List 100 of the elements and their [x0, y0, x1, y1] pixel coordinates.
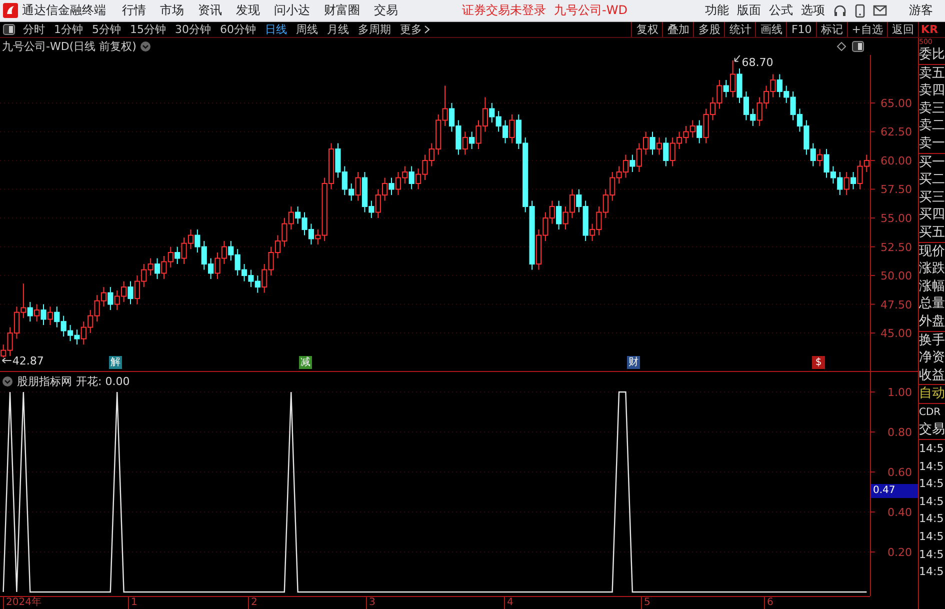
candlestick: [509, 114, 515, 144]
event-marker[interactable]: 解: [109, 356, 122, 369]
period-tab[interactable]: 1分钟: [54, 22, 83, 37]
candlestick: [656, 136, 662, 156]
quote-field-label: 卖二: [919, 117, 945, 135]
quote-field-label: 交易: [919, 421, 945, 440]
pointer-arrow-icon: [734, 55, 740, 62]
candlestick: [469, 131, 475, 150]
tool-button[interactable]: 画线: [755, 22, 786, 37]
tool-button[interactable]: F10: [786, 22, 816, 37]
period-tab[interactable]: 分时: [23, 22, 45, 37]
candlestick: [730, 60, 736, 98]
menu-item[interactable]: 版面: [737, 2, 761, 19]
menu-item[interactable]: 市场: [160, 2, 184, 19]
trade-time: 14:5: [919, 439, 945, 458]
quote-field-label: 现价: [919, 242, 945, 260]
menu-item[interactable]: 问小达: [274, 2, 310, 19]
axis-label: 57.50: [880, 183, 912, 196]
trade-time: 14:5: [919, 546, 945, 563]
axis-label: 0.80: [888, 426, 912, 439]
candlestick: [650, 131, 656, 156]
mail-icon[interactable]: [873, 5, 887, 16]
menu-item[interactable]: 行情: [122, 2, 146, 19]
candlestick: [556, 200, 562, 230]
event-marker[interactable]: 减: [299, 356, 312, 369]
quote-field-label: 买五: [919, 224, 945, 242]
event-marker[interactable]: $: [812, 356, 825, 369]
quote-field-label: CDR: [919, 402, 945, 422]
quote-code: KR: [918, 22, 945, 37]
quote-field-label: 卖一: [919, 134, 945, 153]
menu-item[interactable]: 交易: [374, 2, 398, 19]
tool-button[interactable]: +自选: [846, 22, 887, 37]
tool-button[interactable]: 复权: [631, 22, 662, 37]
candlestick: [408, 166, 414, 190]
candlestick: [47, 306, 53, 326]
tool-button[interactable]: 标记: [816, 22, 847, 37]
headset-icon[interactable]: [833, 4, 847, 18]
tool-button[interactable]: 多股: [693, 22, 724, 37]
axis-label: 62.50: [880, 126, 912, 139]
period-tab[interactable]: 30分钟: [175, 22, 211, 37]
candlestick: [817, 148, 823, 167]
tool-button[interactable]: 返回: [887, 22, 918, 37]
indicator-value: 开花: 0.00: [76, 374, 130, 389]
dropdown-icon[interactable]: [2, 376, 13, 387]
period-tab[interactable]: 月线: [327, 22, 349, 37]
axis-label: 0.20: [888, 546, 912, 559]
cursor-value-label: 0.47: [871, 484, 918, 498]
tool-button[interactable]: 叠加: [662, 22, 694, 37]
menu-item[interactable]: 选项: [801, 2, 825, 19]
period-tab[interactable]: 周线: [296, 22, 318, 37]
pointer-arrow-icon: [2, 358, 12, 364]
panel-toggle-icon[interactable]: [3, 24, 15, 35]
menu-item[interactable]: 发现: [236, 2, 260, 19]
menu-item[interactable]: 资讯: [198, 2, 222, 19]
period-tab[interactable]: 60分钟: [220, 22, 256, 37]
axis-label: 1.00: [888, 386, 912, 399]
candlestick: [27, 301, 33, 322]
app-title: 通达信金融终端: [22, 2, 106, 19]
candlestick: [34, 304, 40, 322]
panel-toggle-icon[interactable]: [852, 41, 864, 52]
axis-label: 47.50: [880, 298, 912, 312]
candlestick: [462, 131, 468, 156]
diamond-icon[interactable]: [837, 42, 846, 51]
quote-field-label: 买三: [919, 188, 945, 206]
menu-item[interactable]: 功能: [705, 2, 729, 19]
axis-label: 60.00: [880, 154, 912, 168]
more-menu[interactable]: 更多: [400, 22, 430, 37]
period-tab[interactable]: 多周期: [358, 22, 391, 37]
quote-field-label: 涨跌: [919, 260, 945, 278]
candlestick: [174, 246, 180, 265]
quote-field-label: 卖三: [919, 100, 945, 118]
candlestick: [630, 154, 636, 172]
menu-item[interactable]: 财富圈: [324, 2, 360, 19]
axis-label: 0.40: [888, 506, 912, 519]
quote-field-label: 换手: [919, 330, 945, 350]
period-tab[interactable]: 5分钟: [92, 22, 121, 37]
candlestick: [850, 171, 856, 190]
period-tab[interactable]: 日线: [265, 22, 287, 37]
date-axis-label: 1: [128, 597, 138, 609]
menu-item[interactable]: 公式: [769, 2, 793, 19]
axis-label: 50.00: [880, 270, 912, 283]
quote-field-label: 买四: [919, 206, 945, 224]
dropdown-icon[interactable]: [140, 41, 152, 52]
low-price-label: 42.87: [12, 354, 44, 368]
login-status[interactable]: 证券交易未登录: [462, 2, 546, 19]
chart-title: 九号公司-WD(日线 前复权): [2, 39, 136, 54]
axis-label: 55.00: [880, 212, 912, 225]
quote-field-label: 卖四: [919, 82, 945, 100]
candlestick: [128, 280, 134, 305]
tool-button[interactable]: 统计: [724, 22, 756, 37]
auto-mode-label[interactable]: 自动: [919, 384, 945, 403]
candlestick: [663, 136, 669, 167]
quote-field-label: 卖五: [919, 64, 945, 82]
trade-time: 14:5: [919, 529, 945, 546]
phone-icon[interactable]: [855, 4, 865, 18]
period-tab[interactable]: 15分钟: [130, 22, 166, 37]
axis-label: 45.00: [880, 327, 912, 340]
axis-label: 0.60: [888, 466, 912, 479]
event-marker[interactable]: 财: [627, 356, 640, 369]
guest-user[interactable]: 游客: [909, 2, 933, 19]
